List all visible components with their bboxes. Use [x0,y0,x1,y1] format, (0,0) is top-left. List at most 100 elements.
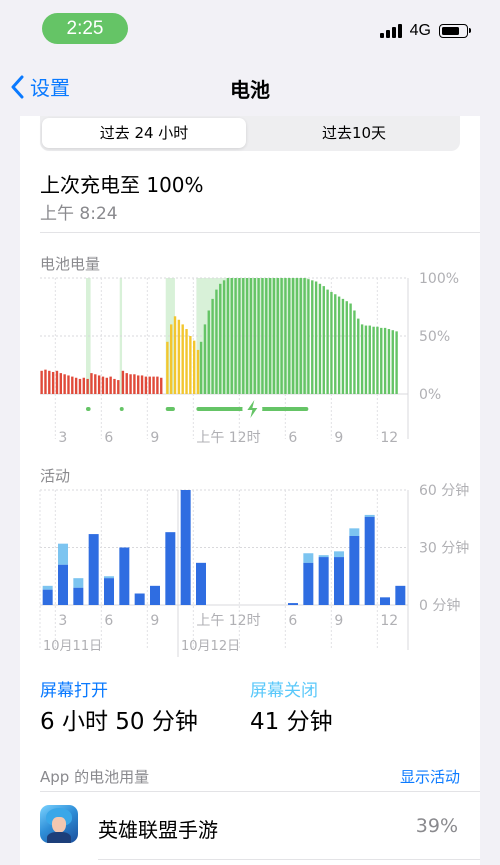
screen-on-bar [88,534,99,605]
screen-off-bar [73,578,84,588]
battery-bar [196,349,200,394]
battery-bar [97,375,101,394]
battery-bar [226,278,230,394]
battery-bar [211,298,214,394]
battery-bar [48,370,51,394]
segment-last-24-hours[interactable]: 过去 24 小时 [42,118,246,148]
screen-off-bar [42,585,53,590]
app-row[interactable]: 英雄联盟手游 39% [20,792,480,860]
battery-bar [177,319,181,394]
x-tick-label: 9 [334,430,343,446]
screen-off-bar [349,528,360,536]
battery-bar [307,279,310,394]
battery-bar [117,380,120,394]
battery-bar [129,374,132,394]
y-tick-label: 0 分钟 [419,597,460,614]
show-activity-button[interactable]: 显示活动 [400,766,460,787]
battery-bar [337,296,341,394]
screen-on-bar [104,578,114,605]
segment-last-10-days[interactable]: 过去10天 [250,118,458,148]
battery-bar [215,289,218,394]
screen-off-bar [303,553,314,563]
x-tick-label: 6 [104,613,113,629]
screen-on-bar [165,532,176,605]
battery-level-title: 电池电量 [40,255,101,273]
battery-bar [203,324,207,394]
x-tick-label: 9 [150,613,159,629]
battery-bar [193,340,196,394]
battery-bar [152,376,155,394]
battery-bar [74,377,78,394]
battery-bar [160,377,163,394]
battery-bar [234,278,237,394]
y-tick-label: 0% [419,387,441,403]
charging-indicator [86,407,91,411]
screen-on-bar [58,564,68,605]
battery-bar [105,377,108,394]
battery-bar [230,278,233,394]
x-tick-label: 12 [380,430,398,446]
screen-on-bar [334,557,344,605]
battery-bar [144,376,148,394]
screen-on-bar [303,562,314,605]
screen-on-value: 6 小时 50 分钟 [40,709,198,735]
divider [98,859,480,860]
battery-bar [51,371,55,394]
battery-bar [170,324,173,394]
screen-on-bar [119,547,130,605]
battery-card: 过去 24 小时 过去10天 上次充电至 100% 上午 8:24 电池电量 1… [20,116,480,865]
x-tick-label: 上午 12时 [196,430,260,446]
battery-bar [257,278,260,394]
network-type: 4G [409,22,431,39]
battery-bar [376,326,379,394]
battery-bar [245,278,249,394]
battery-bar [322,286,325,394]
battery-bar [341,298,345,394]
screen-on-label: 屏幕打开 [40,681,108,701]
battery-bar [219,283,222,394]
app-icon [40,805,78,843]
screen-on-bar [150,585,160,605]
battery-bar [86,378,89,394]
charging-indicator [119,407,124,411]
battery-bar [121,370,125,394]
battery-bar [280,278,283,394]
battery-bar [368,325,371,394]
screen-on-bar [42,589,53,605]
battery-bar [314,281,318,394]
screen-on-bar [180,490,191,605]
battery-bar [395,331,398,394]
battery-bar [137,375,140,394]
battery-bar [334,294,337,394]
screen-off-label: 屏幕关闭 [250,681,318,701]
screen-on-bar [380,597,390,605]
page-title: 电池 [230,78,270,102]
x-tick-label: 上午 12时 [196,613,260,629]
status-time-pill[interactable]: 2:25 [42,13,128,44]
app-name: 英雄联盟手游 [98,818,218,842]
screen-off-bar [364,514,375,517]
battery-bar [78,378,82,394]
x-tick-label: 9 [334,613,343,629]
screen-off-bar [58,543,68,565]
battery-bar [101,376,105,394]
x-tick-label: 3 [58,613,67,629]
screen-on-bar [349,536,360,605]
x-tick-label: 6 [288,430,297,446]
battery-bar [90,373,93,394]
battery-icon [439,24,471,38]
battery-bar [199,341,203,394]
battery-bar [345,301,348,394]
battery-bar [357,318,360,394]
battery-bar [222,280,226,394]
battery-bar [330,291,333,394]
battery-bar [272,278,276,394]
divider [40,232,480,233]
battery-bar [318,283,322,394]
app-percent: 39% [415,815,458,837]
screen-on-bar [288,603,298,605]
x-tick-label: 3 [58,430,67,446]
battery-bar [148,376,151,394]
x-tick-label: 12 [380,613,398,629]
screen-on-bar [196,562,206,605]
